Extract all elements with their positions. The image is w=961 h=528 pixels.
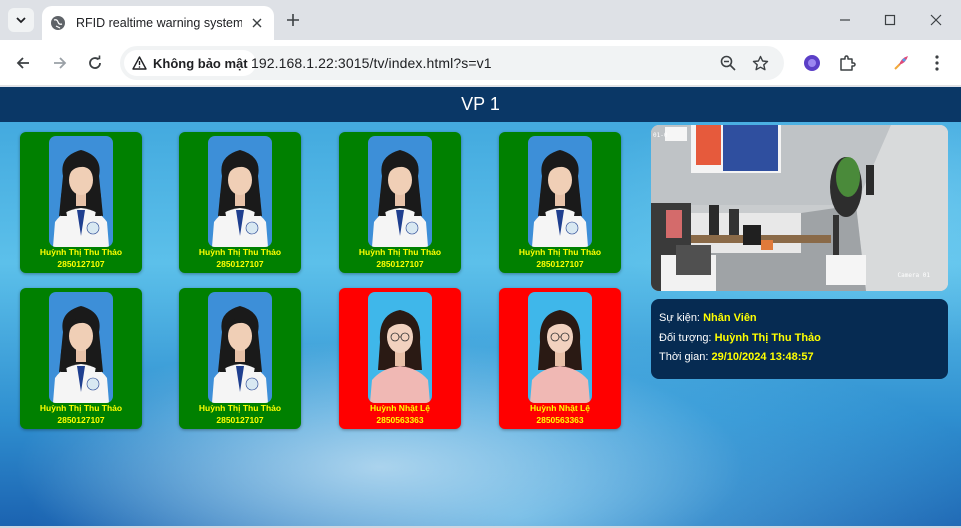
reload-button[interactable] <box>81 49 109 77</box>
portrait-image <box>208 292 272 403</box>
person-name: Huỳnh Thị Thu Thảo <box>39 403 123 413</box>
browser-toolbar: Không bảo mật 192.168.1.22:3015/tv/index… <box>0 40 961 86</box>
event-time-row: Thời gian: 29/10/2024 13:48:57 <box>659 351 940 371</box>
person-photo <box>49 292 113 403</box>
person-card-id: 2850127107 <box>216 259 264 269</box>
camera-timestamp: 01-0 <box>653 132 668 139</box>
extension-badge-icon <box>804 55 820 71</box>
extension-tool-button[interactable] <box>889 51 913 75</box>
person-name: Huỳnh Thị Thu Thảo <box>198 403 282 413</box>
reload-icon <box>89 55 101 69</box>
person-photo <box>528 292 592 403</box>
chevron-down-icon <box>16 17 26 24</box>
person-card: Huỳnh Thị Thu Thảo 2850127107 <box>499 132 621 273</box>
person-card: Huỳnh Thị Thu Thảo 2850127107 <box>179 132 301 273</box>
arrow-left-icon <box>16 57 29 69</box>
portrait-image <box>368 292 432 403</box>
person-card-alert: Huỳnh Nhật Lệ 2850563363 <box>339 288 461 429</box>
person-photo <box>49 136 113 247</box>
security-label: Không bảo mật <box>153 55 248 71</box>
camera-scene <box>651 125 948 291</box>
portrait-image <box>368 136 432 247</box>
page-header: VP 1 <box>0 87 961 122</box>
minimize-icon <box>840 19 850 21</box>
forward-button[interactable] <box>46 49 74 77</box>
event-info-panel: Sự kiện: Nhân Viên Đối tượng: Huỳnh Thị … <box>651 299 948 379</box>
maximize-button[interactable] <box>878 8 902 32</box>
portrait-image <box>49 136 113 247</box>
person-name: Huỳnh Thị Thu Thảo <box>358 247 442 257</box>
person-card-id: 2850127107 <box>536 259 584 269</box>
person-card: Huỳnh Thị Thu Thảo 2850127107 <box>20 132 142 273</box>
rocket-icon <box>894 56 908 70</box>
person-name: Huỳnh Nhật Lệ <box>370 403 430 413</box>
tab-close-button[interactable] <box>248 14 266 32</box>
person-card: Huỳnh Thị Thu Thảo 2850127107 <box>20 288 142 429</box>
address-bar[interactable]: Không bảo mật 192.168.1.22:3015/tv/index… <box>120 46 784 80</box>
maximize-icon <box>884 14 896 26</box>
new-tab-button[interactable] <box>282 9 304 31</box>
person-photo <box>528 136 592 247</box>
warning-icon <box>132 56 147 70</box>
extensions-button[interactable] <box>835 51 859 75</box>
page-title: VP 1 <box>461 94 500 114</box>
person-card: Huỳnh Thị Thu Thảo 2850127107 <box>339 132 461 273</box>
person-name: Huỳnh Thị Thu Thảo <box>39 247 123 257</box>
event-subject-row: Đối tượng: Huỳnh Thị Thu Thảo <box>659 332 940 352</box>
zoom-button[interactable] <box>717 52 739 74</box>
tab-search-button[interactable] <box>8 8 34 32</box>
event-subject-label: Đối tượng: <box>659 331 712 344</box>
person-photo <box>208 292 272 403</box>
puzzle-icon <box>840 55 856 71</box>
person-name: Huỳnh Nhật Lệ <box>530 403 590 413</box>
browser-menu-button[interactable] <box>925 51 949 75</box>
zoom-out-icon <box>720 55 736 71</box>
person-name: Huỳnh Thị Thu Thảo <box>198 247 282 257</box>
active-tab[interactable]: RFID realtime warning system v <box>42 6 274 40</box>
person-card-id: 2850127107 <box>57 259 105 269</box>
portrait-image <box>528 292 592 403</box>
person-card-id: 2850127107 <box>57 415 105 425</box>
person-card-id: 2850127107 <box>376 259 424 269</box>
close-window-button[interactable] <box>924 8 948 32</box>
person-card-id: 2850127107 <box>216 415 264 425</box>
portrait-image <box>528 136 592 247</box>
tab-title: RFID realtime warning system v <box>76 16 242 30</box>
close-icon <box>252 18 262 28</box>
back-button[interactable] <box>9 49 37 77</box>
event-time-label: Thời gian: <box>659 351 709 363</box>
portrait-image <box>208 136 272 247</box>
event-subject-value: Huỳnh Thị Thu Thảo <box>714 331 821 344</box>
minimize-button[interactable] <box>833 8 857 32</box>
globe-icon <box>51 16 65 30</box>
person-card-id: 2850563363 <box>376 415 424 425</box>
person-photo <box>368 292 432 403</box>
event-time-value: 29/10/2024 13:48:57 <box>711 351 814 363</box>
extension-vpn-button[interactable] <box>800 51 824 75</box>
page-content: VP 1 Huỳnh Thị Thu Thảo 2850127107 Huỳnh… <box>0 87 961 528</box>
camera-label: Camera 01 <box>897 272 930 279</box>
person-name: Huỳnh Thị Thu Thảo <box>518 247 602 257</box>
person-card-id: 2850563363 <box>536 415 584 425</box>
person-photo <box>208 136 272 247</box>
arrow-right-icon <box>54 57 67 69</box>
bookmark-button[interactable] <box>749 52 771 74</box>
plus-icon <box>287 14 299 26</box>
camera-snapshot: 01-0 Camera 01 <box>651 125 948 291</box>
browser-tab-bar: RFID realtime warning system v <box>0 0 961 40</box>
url-text[interactable]: 192.168.1.22:3015/tv/index.html?s=v1 <box>251 55 492 71</box>
person-card: Huỳnh Thị Thu Thảo 2850127107 <box>179 288 301 429</box>
star-icon <box>752 55 768 70</box>
portrait-image <box>49 292 113 403</box>
person-photo <box>368 136 432 247</box>
person-card-alert: Huỳnh Nhật Lệ 2850563363 <box>499 288 621 429</box>
security-chip[interactable]: Không bảo mật <box>124 50 256 76</box>
close-icon <box>930 14 942 26</box>
more-vertical-icon <box>935 55 939 71</box>
event-type-row: Sự kiện: Nhân Viên <box>659 312 940 332</box>
event-type-label: Sự kiện: <box>659 312 700 324</box>
event-type-value: Nhân Viên <box>703 312 757 324</box>
